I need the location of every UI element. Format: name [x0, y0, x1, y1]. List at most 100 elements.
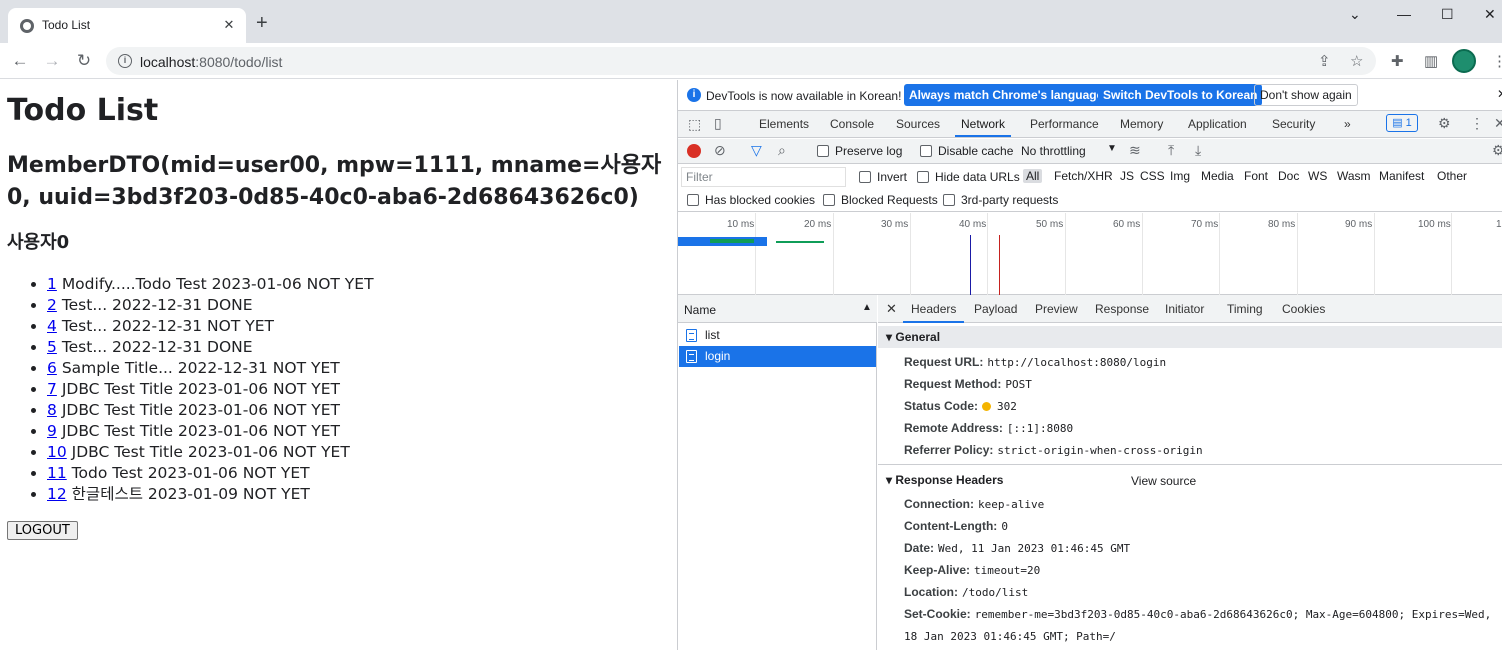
tab-console[interactable]: Console [830, 117, 874, 131]
dont-show-again-button[interactable]: Don't show again [1254, 84, 1358, 106]
view-source-link[interactable]: View source [1131, 474, 1196, 488]
request-list-header[interactable]: Name ▲ [678, 295, 877, 323]
filter-font[interactable]: Font [1244, 169, 1268, 183]
filter-manifest[interactable]: Manifest [1379, 169, 1424, 183]
close-devtools-icon[interactable]: ✕ [1494, 115, 1502, 132]
share-icon[interactable]: ⇪ [1318, 52, 1331, 70]
blocked-requests-checkbox[interactable] [823, 194, 835, 206]
tab-network[interactable]: Network [954, 117, 1012, 137]
filter-ws[interactable]: WS [1308, 169, 1327, 183]
tab-payload[interactable]: Payload [974, 302, 1017, 316]
preserve-log-checkbox[interactable] [817, 145, 829, 157]
clear-icon[interactable]: ⊘ [714, 142, 726, 159]
url-text: localhost:8080/todo/list [140, 54, 283, 70]
filter-fetch-xhr[interactable]: Fetch/XHR [1054, 169, 1113, 183]
has-blocked-cookies-checkbox[interactable] [687, 194, 699, 206]
filter-css[interactable]: CSS [1140, 169, 1165, 183]
tab-headers[interactable]: Headers [902, 302, 965, 323]
network-conditions-icon[interactable]: ≋ [1129, 142, 1141, 159]
forward-icon[interactable]: → [41, 50, 63, 72]
site-info-icon[interactable]: i [118, 54, 132, 68]
filter-icon[interactable]: ▽ [751, 142, 762, 159]
tab-application[interactable]: Application [1188, 117, 1247, 131]
tab-sources[interactable]: Sources [896, 117, 940, 131]
more-tabs-icon[interactable]: » [1344, 117, 1351, 131]
export-har-icon[interactable]: ⤓ [1195, 142, 1201, 159]
todo-link[interactable]: 12 [47, 485, 67, 503]
devtools-menu-icon[interactable]: ⋮ [1470, 115, 1484, 132]
new-tab-icon[interactable]: + [256, 13, 268, 33]
import-har-icon[interactable]: ⤒ [1168, 142, 1174, 159]
throttling-select[interactable]: No throttling [1021, 144, 1086, 158]
tab-search-icon[interactable]: ⌄ [1349, 6, 1361, 23]
maximize-icon[interactable]: ☐ [1441, 6, 1454, 23]
filter-wasm[interactable]: Wasm [1337, 169, 1371, 183]
todo-link[interactable]: 9 [47, 422, 57, 440]
tab-initiator[interactable]: Initiator [1165, 302, 1204, 316]
hide-data-urls-checkbox[interactable] [917, 171, 929, 183]
filter-js[interactable]: JS [1120, 169, 1134, 183]
minimize-icon[interactable]: — [1397, 6, 1411, 22]
close-tab-icon[interactable]: ✕ [220, 16, 238, 34]
todo-link[interactable]: 11 [47, 464, 67, 482]
tab-timing[interactable]: Timing [1227, 302, 1263, 316]
todo-link[interactable]: 6 [47, 359, 57, 377]
bookmark-star-icon[interactable]: ☆ [1350, 52, 1363, 70]
inspect-element-icon[interactable]: ⬚ [688, 116, 701, 133]
search-icon[interactable]: ⌕ [778, 142, 786, 159]
back-icon[interactable]: ← [9, 50, 31, 72]
todo-link[interactable]: 7 [47, 380, 57, 398]
tab-preview[interactable]: Preview [1035, 302, 1078, 316]
filter-img[interactable]: Img [1170, 169, 1190, 183]
tab-elements[interactable]: Elements [759, 117, 809, 131]
todo-link[interactable]: 1 [47, 275, 57, 293]
address-bar[interactable]: i localhost:8080/todo/list ⇪ ☆ [106, 47, 1376, 75]
sort-ascending-icon[interactable]: ▲ [862, 302, 872, 313]
tab-security[interactable]: Security [1272, 117, 1315, 131]
invert-checkbox[interactable] [859, 171, 871, 183]
logout-button[interactable]: LOGOUT [7, 521, 78, 540]
close-infobar-icon[interactable]: ✕ [1497, 87, 1502, 101]
username-heading: 사용자0 [7, 232, 70, 253]
timeline-gridline [1065, 213, 1066, 295]
disable-cache-checkbox[interactable] [920, 145, 932, 157]
general-section-header[interactable]: ▾ General [878, 326, 1502, 348]
page-content: Todo List MemberDTO(mid=user00, mpw=1111… [0, 80, 677, 650]
device-toolbar-icon[interactable]: ▯ [714, 115, 722, 132]
filter-other[interactable]: Other [1437, 169, 1467, 183]
side-panel-icon[interactable]: ▥ [1424, 52, 1438, 70]
filter-media[interactable]: Media [1201, 169, 1234, 183]
tab-performance[interactable]: Performance [1030, 117, 1099, 131]
close-window-icon[interactable]: ✕ [1484, 6, 1496, 23]
todo-link[interactable]: 8 [47, 401, 57, 419]
filter-all[interactable]: All [1023, 169, 1043, 183]
request-row-login[interactable]: login [679, 346, 876, 367]
todo-link[interactable]: 2 [47, 296, 57, 314]
extensions-icon[interactable]: ✚ [1391, 52, 1404, 70]
tab-memory[interactable]: Memory [1120, 117, 1163, 131]
chevron-down-icon[interactable]: ▼ [1107, 143, 1117, 154]
record-icon[interactable] [687, 144, 701, 158]
network-settings-icon[interactable]: ⚙ [1492, 142, 1502, 159]
request-row-list[interactable]: list [679, 325, 876, 346]
filter-input[interactable]: Filter [681, 167, 846, 187]
todo-link[interactable]: 10 [47, 443, 67, 461]
switch-korean-button[interactable]: Switch DevTools to Korean [1098, 84, 1263, 106]
settings-gear-icon[interactable]: ⚙ [1438, 115, 1451, 132]
browser-tab[interactable]: Todo List ✕ [8, 8, 246, 43]
todo-link[interactable]: 5 [47, 338, 57, 356]
issues-badge[interactable]: ▤ 1 [1386, 114, 1418, 132]
third-party-checkbox[interactable] [943, 194, 955, 206]
tab-response[interactable]: Response [1095, 302, 1149, 316]
reload-icon[interactable]: ↻ [73, 50, 95, 72]
avatar[interactable] [1452, 49, 1476, 73]
timeline-overview[interactable]: 10 ms 20 ms 30 ms 40 ms 50 ms 60 ms 70 m… [678, 213, 1502, 295]
menu-icon[interactable]: ⋮ [1492, 52, 1502, 70]
timeline-gridline [1451, 213, 1452, 295]
close-details-icon[interactable]: ✕ [886, 301, 897, 317]
tab-cookies[interactable]: Cookies [1282, 302, 1325, 316]
match-language-button[interactable]: Always match Chrome's language [904, 84, 1109, 106]
name-column-header[interactable]: Name [684, 303, 716, 317]
filter-doc[interactable]: Doc [1278, 169, 1299, 183]
todo-link[interactable]: 4 [47, 317, 57, 335]
